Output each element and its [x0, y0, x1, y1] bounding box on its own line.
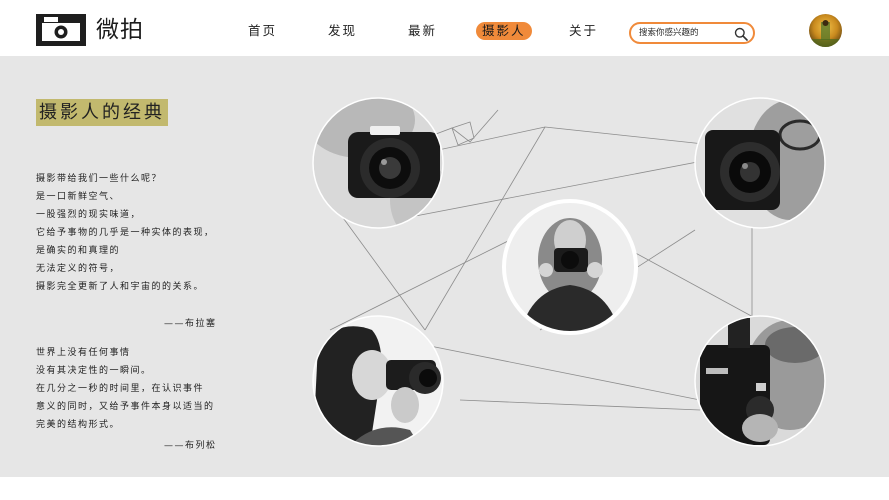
- quote-line: 没有其决定性的一瞬间。: [36, 366, 152, 376]
- quote-line: 是一口新鲜空气、: [36, 192, 121, 202]
- quote-1-author: ——布拉塞: [164, 319, 217, 329]
- quote-line: 无法定义的符号，: [36, 264, 121, 274]
- photo-5[interactable]: [695, 316, 835, 446]
- photo-1[interactable]: [305, 82, 450, 240]
- section-title: 摄影人的经典: [36, 99, 168, 126]
- quote-line: 一股强烈的现实味道，: [36, 210, 142, 220]
- quote-2-author: ——布列松: [164, 441, 217, 451]
- quote-line: 摄影完全更新了人和宇宙的的关系。: [36, 282, 205, 292]
- quote-line: 意义的同时，又给予事件本身以适当的: [36, 402, 215, 412]
- photo-2[interactable]: [695, 98, 832, 228]
- quote-line: 它给予事物的几乎是一种实体的表现，: [36, 228, 215, 238]
- quote-1: 摄影带给我们一些什么呢？ 是一口新鲜空气、 一股强烈的现实味道， 它给予事物的几…: [36, 170, 226, 296]
- quote-line: 世界上没有任何事情: [36, 348, 131, 358]
- quote-line: 在几分之一秒的时间里，在认识事件: [36, 384, 205, 394]
- quote-line: 是确实的和真理的: [36, 246, 121, 256]
- quote-line: 摄影带给我们一些什么呢？: [36, 174, 163, 184]
- quote-line: 完美的结构形式。: [36, 420, 121, 430]
- quote-2: 世界上没有任何事情 没有其决定性的一瞬间。 在几分之一秒的时间里，在认识事件 意…: [36, 344, 226, 434]
